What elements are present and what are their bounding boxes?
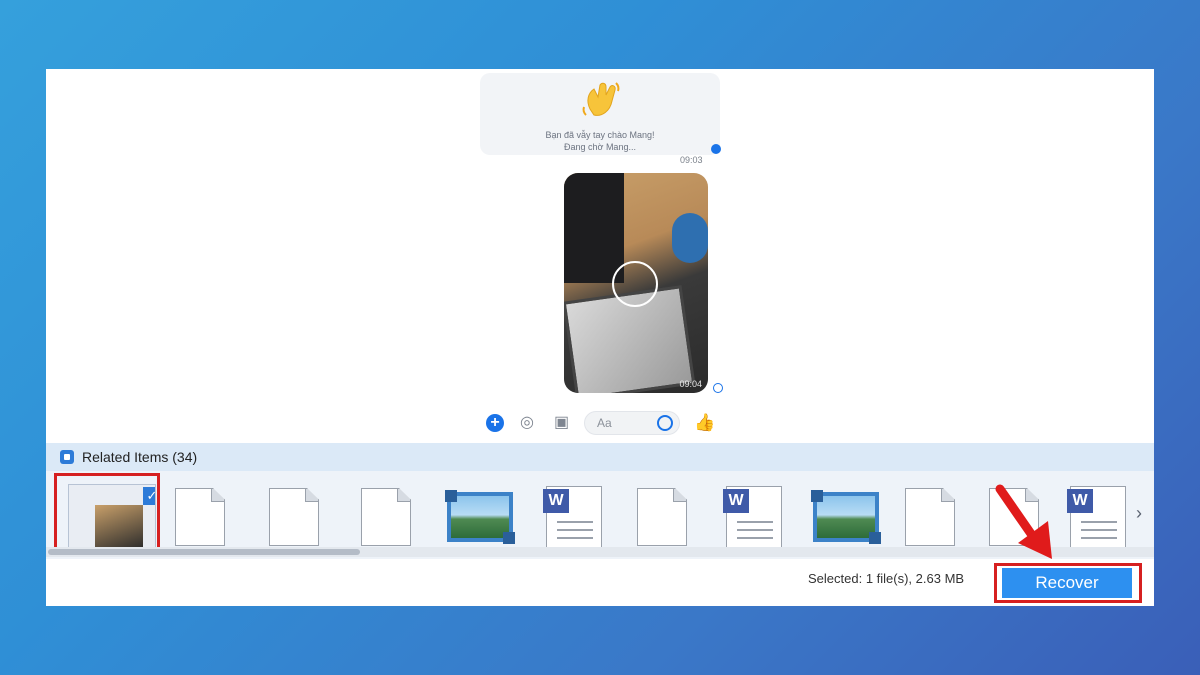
related-item-6[interactable]: W: [524, 479, 624, 555]
greeting-card: Bạn đã vẫy tay chào Mang! Đang chờ Mang.…: [480, 73, 720, 155]
thumbs-up-icon[interactable]: 👍: [694, 413, 715, 433]
greeting-line-2: Đang chờ Mang...: [564, 142, 636, 152]
selection-summary: Selected: 1 file(s), 2.63 MB: [808, 571, 965, 586]
message-input-placeholder: Aa: [597, 416, 612, 430]
photo-mouse: [672, 213, 708, 263]
related-item-7[interactable]: [612, 479, 712, 555]
file-icon: [361, 488, 411, 546]
photo-message[interactable]: 09:04: [564, 173, 708, 393]
emoji-icon[interactable]: [657, 415, 673, 431]
related-item-2[interactable]: [150, 479, 250, 555]
related-item-5[interactable]: [430, 479, 530, 555]
chevron-right-icon[interactable]: ›: [1136, 503, 1142, 524]
message-time-1: 09:03: [680, 155, 703, 165]
message-time-2: 09:04: [679, 379, 702, 389]
greeting-text: Bạn đã vẫy tay chào Mang! Đang chờ Mang.…: [480, 129, 720, 153]
message-composer: + ◎ ▣ Aa 👍: [474, 409, 726, 437]
greeting-line-1: Bạn đã vẫy tay chào Mang!: [545, 130, 655, 140]
related-item-8[interactable]: W: [704, 479, 804, 555]
file-icon: [175, 488, 225, 546]
related-item-4[interactable]: [336, 479, 436, 555]
loading-ring-icon: [612, 261, 658, 307]
photo-keyboard: [564, 173, 624, 283]
word-icon: W: [723, 486, 782, 548]
plus-icon[interactable]: +: [486, 414, 504, 432]
red-arrow-icon: [995, 484, 1052, 559]
word-icon: W: [1067, 486, 1126, 548]
horizontal-scrollbar[interactable]: [46, 547, 1154, 557]
waving-hand-icon: [582, 82, 620, 116]
footer-bar: Selected: 1 file(s), 2.63 MB Recover: [46, 559, 1154, 606]
file-icon: [637, 488, 687, 546]
scrollbar-thumb[interactable]: [48, 549, 360, 555]
related-items-checkbox[interactable]: [60, 450, 74, 464]
related-item-3[interactable]: [244, 479, 344, 555]
delivered-icon: [713, 383, 723, 393]
related-items-strip: ✓ W W W ›: [46, 471, 1154, 559]
word-icon: W: [543, 486, 602, 548]
related-item-12[interactable]: W: [1048, 479, 1148, 555]
message-input[interactable]: Aa: [584, 411, 680, 435]
sent-check-icon: [711, 144, 721, 154]
recover-button[interactable]: Recover: [1002, 568, 1132, 598]
image-icon[interactable]: ▣: [554, 414, 572, 432]
selected-thumbnail: ✓: [68, 484, 156, 552]
file-icon: [905, 488, 955, 546]
file-icon: [269, 488, 319, 546]
image-file-icon: [445, 490, 515, 544]
related-item-1[interactable]: ✓: [56, 479, 156, 555]
related-items-label: Related Items (34): [82, 449, 198, 465]
related-items-header: Related Items (34): [46, 443, 1154, 471]
image-file-icon: [811, 490, 881, 544]
thumbnail-photo: [95, 505, 143, 549]
recovery-window: Bạn đã vẫy tay chào Mang! Đang chờ Mang.…: [46, 69, 1154, 606]
camera-icon[interactable]: ◎: [520, 414, 540, 432]
message-preview: Bạn đã vẫy tay chào Mang! Đang chờ Mang.…: [474, 69, 726, 443]
